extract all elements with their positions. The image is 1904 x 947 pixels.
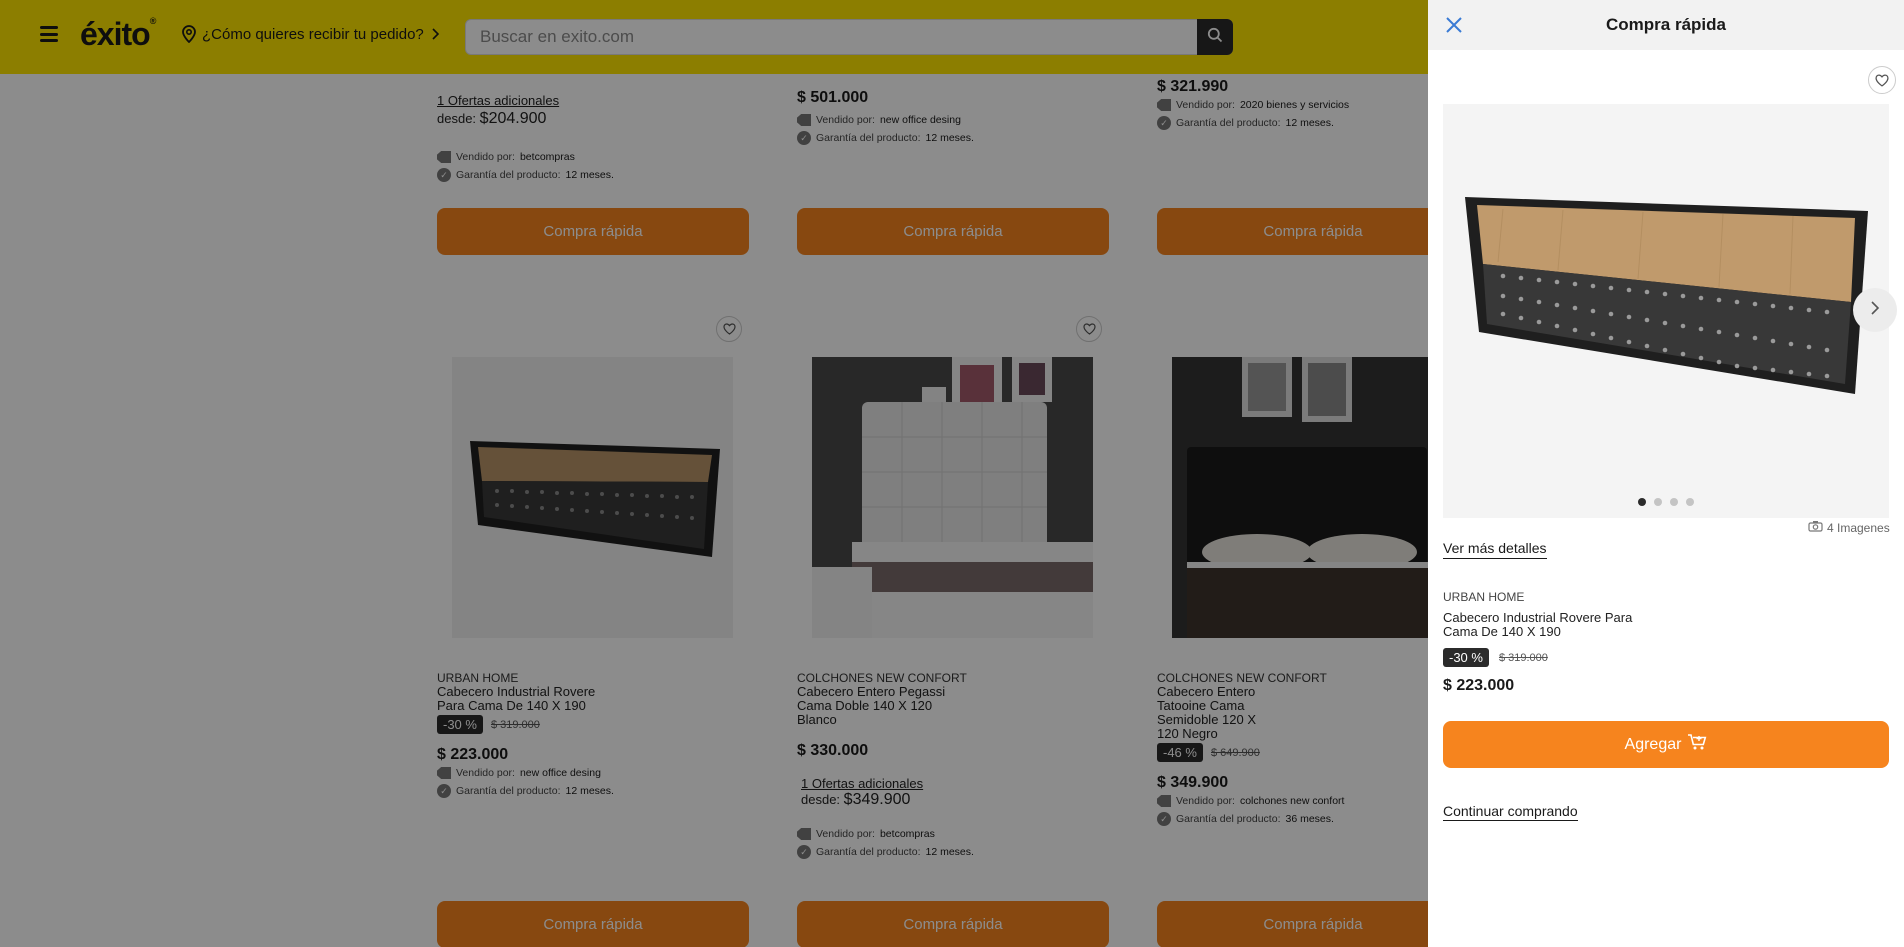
add-to-cart-button[interactable]: Agregar bbox=[1443, 721, 1889, 768]
modal-backdrop[interactable] bbox=[0, 0, 1428, 947]
gallery-dot[interactable] bbox=[1638, 498, 1646, 506]
panel-discount-row: -30 % $ 319.000 bbox=[1443, 648, 1548, 667]
panel-product-price: $ 223.000 bbox=[1443, 677, 1515, 694]
gallery-image[interactable] bbox=[1443, 104, 1889, 484]
panel-product-brand: URBAN HOME bbox=[1443, 590, 1525, 604]
gallery-pagination bbox=[1443, 498, 1889, 506]
cart-icon bbox=[1687, 733, 1707, 756]
gallery-dot[interactable] bbox=[1654, 498, 1662, 506]
wishlist-heart-icon[interactable] bbox=[1868, 66, 1896, 94]
panel-product-name: Cabecero Industrial Rovere Para Cama De … bbox=[1443, 610, 1633, 639]
discount-badge: -30 % bbox=[1443, 648, 1489, 667]
gallery-next-button[interactable] bbox=[1853, 288, 1897, 332]
panel-title: Compra rápida bbox=[1606, 15, 1726, 34]
view-details-link[interactable]: Ver más detalles bbox=[1443, 540, 1547, 559]
panel-header: Compra rápida bbox=[1428, 0, 1904, 50]
gallery-dot[interactable] bbox=[1670, 498, 1678, 506]
camera-icon bbox=[1808, 520, 1823, 535]
product-gallery bbox=[1443, 104, 1897, 518]
image-count: 4 Imagenes bbox=[1808, 520, 1890, 535]
old-price: $ 319.000 bbox=[1498, 651, 1548, 664]
quick-buy-panel: Compra rápida 4 Imagenes Ver más detalle… bbox=[1428, 0, 1904, 947]
continue-shopping-link[interactable]: Continuar comprando bbox=[1443, 803, 1578, 821]
chevron-right-icon bbox=[1869, 300, 1881, 321]
gallery-dot[interactable] bbox=[1686, 498, 1694, 506]
